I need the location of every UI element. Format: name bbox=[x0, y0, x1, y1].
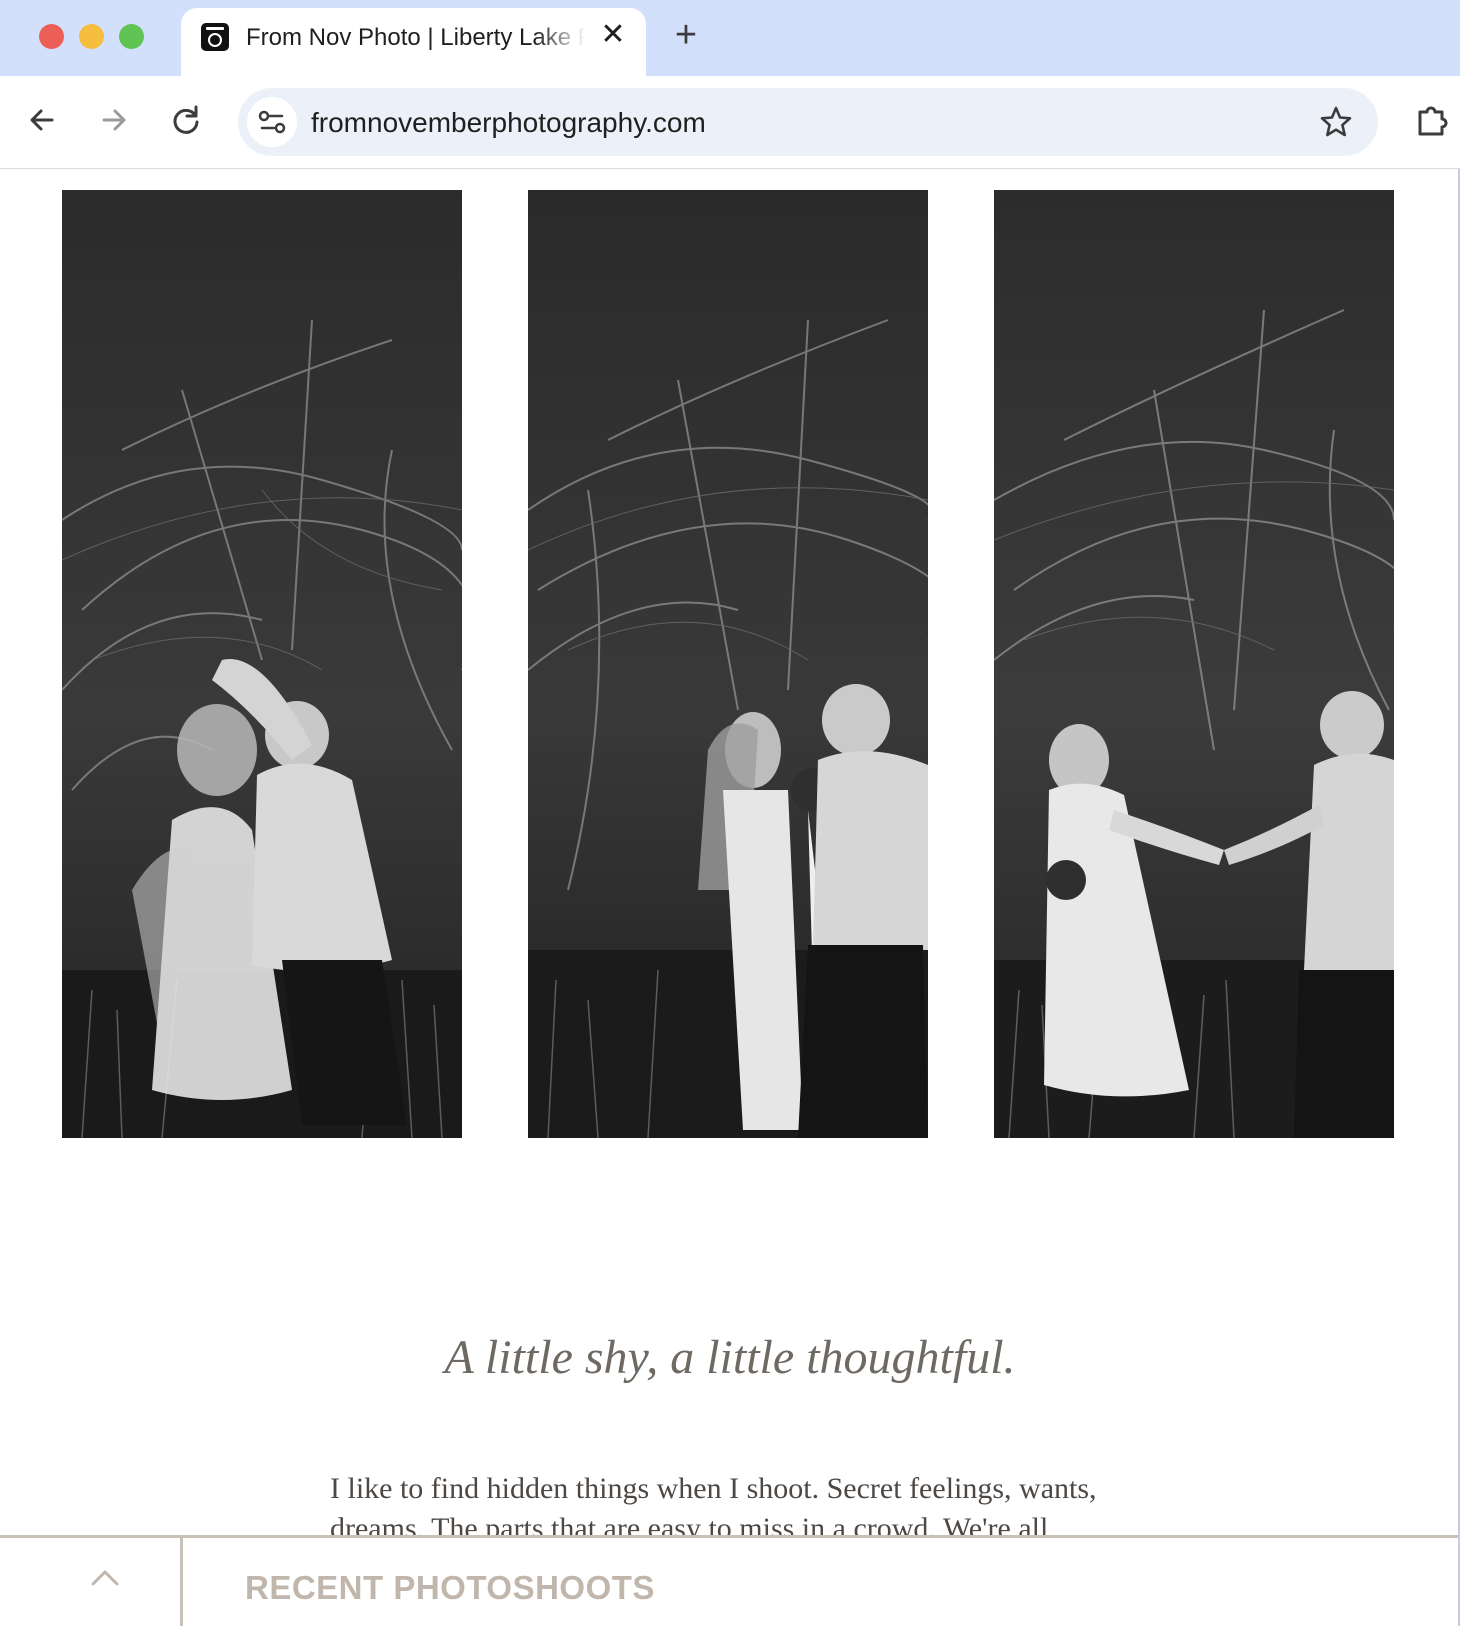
bookmark-button[interactable] bbox=[1318, 104, 1354, 140]
new-tab-button[interactable]: + bbox=[668, 16, 704, 54]
photo-couple-holding-hands bbox=[994, 190, 1394, 1138]
tab-title: From Nov Photo | Liberty Lake Photograph… bbox=[246, 24, 586, 51]
page-viewport: A little shy, a little thoughtful. I lik… bbox=[0, 169, 1460, 1626]
extensions-icon bbox=[1418, 106, 1448, 136]
reload-button[interactable] bbox=[164, 98, 208, 142]
camera-favicon-icon bbox=[201, 23, 229, 51]
forward-button[interactable] bbox=[92, 98, 136, 142]
active-tab[interactable]: From Nov Photo | Liberty Lake Photograph… bbox=[181, 8, 646, 76]
window-minimize-button[interactable] bbox=[79, 24, 104, 49]
gallery-photo[interactable] bbox=[528, 190, 928, 1138]
expand-button[interactable] bbox=[0, 1538, 183, 1626]
browser-tabstrip: From Nov Photo | Liberty Lake Photograph… bbox=[0, 0, 1460, 76]
site-info-icon bbox=[258, 110, 286, 134]
gallery-photo[interactable] bbox=[62, 190, 462, 1138]
browser-toolbar: fromnovemberphotography.com bbox=[0, 76, 1460, 169]
site-info-button[interactable] bbox=[247, 97, 297, 147]
back-arrow-icon bbox=[30, 109, 54, 131]
extensions-button[interactable] bbox=[1410, 98, 1454, 142]
gallery-photo[interactable] bbox=[994, 190, 1394, 1138]
forward-arrow-icon bbox=[102, 109, 126, 131]
photo-couple-dancing bbox=[62, 190, 462, 1138]
address-bar[interactable]: fromnovemberphotography.com bbox=[238, 88, 1378, 156]
window-maximize-button[interactable] bbox=[119, 24, 144, 49]
tab-close-button[interactable]: ✕ bbox=[598, 20, 628, 50]
window-close-button[interactable] bbox=[39, 24, 64, 49]
section-heading: A little shy, a little thoughtful. bbox=[444, 1331, 1016, 1384]
back-button[interactable] bbox=[20, 98, 64, 142]
chevron-up-icon bbox=[91, 1570, 119, 1586]
photo-couple-embracing bbox=[528, 190, 928, 1138]
bookmark-star-icon bbox=[1320, 106, 1352, 137]
recent-photoshoots-title: RECENT PHOTOSHOOTS bbox=[245, 1569, 655, 1606]
reload-icon bbox=[173, 105, 199, 134]
url-text[interactable]: fromnovemberphotography.com bbox=[311, 107, 706, 139]
recent-photoshoots-bar[interactable]: RECENT PHOTOSHOOTS bbox=[0, 1535, 1460, 1626]
